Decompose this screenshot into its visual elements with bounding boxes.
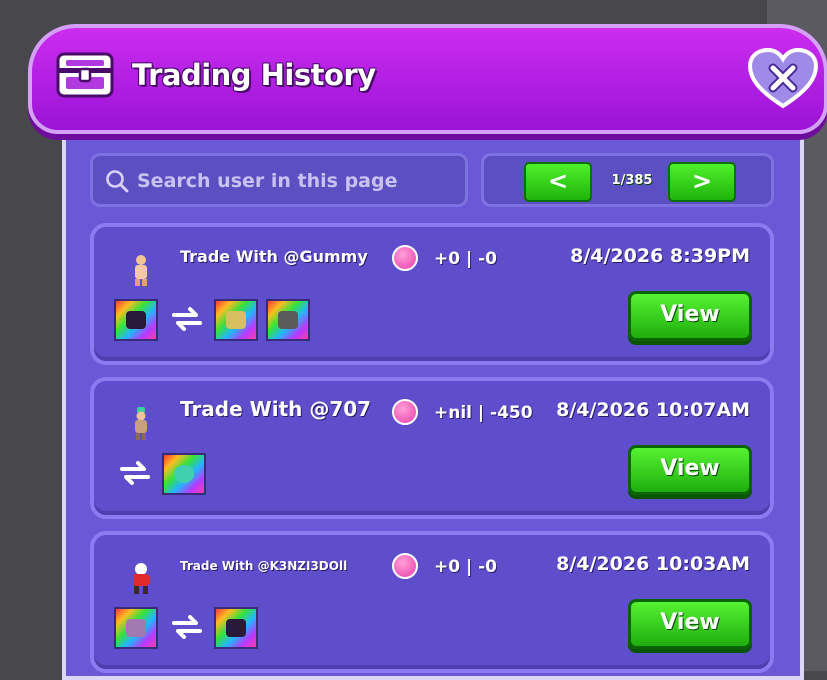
gem-icon (392, 553, 418, 579)
trade-title: Trade With @707 (180, 397, 372, 421)
avatar (135, 407, 147, 440)
swap-arrows-icon (172, 307, 202, 331)
search-input[interactable] (135, 164, 459, 198)
trade-date: 8/4/2026 8:39PM (570, 245, 750, 267)
trade-item-icon (114, 299, 158, 341)
trade-title: Trade With @K3NZI3DOll (180, 559, 348, 573)
trade-card: Trade With @Gummy +0 | -0 8/4/2026 8:39P… (90, 223, 774, 365)
view-trade-button[interactable]: View (628, 599, 752, 649)
page-indicator: 1/385 (611, 173, 653, 188)
search-box[interactable] (90, 153, 468, 207)
trade-item-icon (266, 299, 310, 341)
trade-item-icon (162, 453, 206, 495)
page-title: Trading History (132, 58, 376, 92)
next-page-button[interactable]: > (668, 162, 736, 202)
trade-card: Trade With @707 +nil | -450 8/4/2026 10:… (90, 377, 774, 519)
trade-title: Trade With @Gummy (180, 247, 368, 266)
swap-arrows-icon (120, 461, 150, 485)
search-icon (106, 170, 129, 193)
trade-date: 8/4/2026 10:03AM (556, 553, 750, 575)
pager: < 1/385 > (481, 153, 774, 207)
trade-card: Trade With @K3NZI3DOll +0 | -0 8/4/2026 … (90, 531, 774, 673)
trade-item-icon (214, 299, 258, 341)
avatar (135, 255, 147, 286)
gem-icon (392, 399, 418, 425)
trade-item-icon (214, 607, 258, 649)
trade-value-diff: +0 | -0 (434, 249, 498, 269)
view-trade-button[interactable]: View (628, 445, 752, 495)
trade-value-diff: +0 | -0 (434, 557, 498, 577)
trade-date: 8/4/2026 10:07AM (556, 399, 750, 421)
trade-item-icon (114, 607, 158, 649)
prev-page-button[interactable]: < (524, 162, 592, 202)
avatar (133, 563, 149, 594)
trade-value-diff: +nil | -450 (434, 403, 533, 423)
chest-icon (56, 52, 114, 98)
close-heart-icon[interactable] (748, 48, 818, 110)
view-trade-button[interactable]: View (628, 291, 752, 341)
gem-icon (392, 245, 418, 271)
swap-arrows-icon (172, 615, 202, 639)
